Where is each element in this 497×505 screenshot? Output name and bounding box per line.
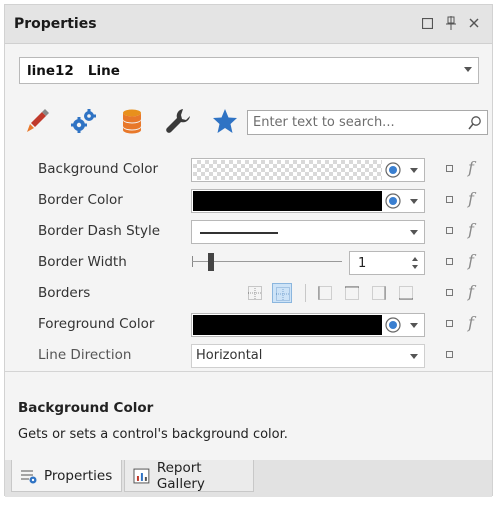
chevron-down-icon[interactable] (410, 199, 418, 204)
chevron-down-icon[interactable] (410, 168, 418, 173)
border-width-value: 1 (358, 256, 367, 271)
solid-line-preview (200, 232, 278, 234)
tab-properties-label: Properties (44, 467, 113, 484)
reset-square-icon[interactable] (446, 351, 453, 358)
property-row-borders[interactable]: Borders f (5, 278, 492, 309)
search-placeholder: Enter text to search... (253, 115, 395, 130)
property-label: Line Direction (38, 347, 132, 363)
property-label: Foreground Color (38, 316, 155, 332)
property-label: Background Color (38, 161, 159, 177)
expression-icon[interactable]: f (468, 220, 474, 239)
search-icon[interactable] (467, 115, 483, 131)
spin-down-icon[interactable] (412, 265, 418, 269)
tab-properties[interactable]: Properties (11, 460, 122, 492)
search-input[interactable]: Enter text to search... (247, 110, 488, 135)
properties-tab-icon (21, 470, 37, 483)
property-label: Borders (38, 285, 91, 301)
spin-up-icon[interactable] (412, 257, 418, 261)
border-color-editor[interactable] (191, 189, 425, 213)
object-selector-dropdown[interactable]: line12 Line (19, 57, 479, 84)
report-gallery-icon (133, 468, 150, 483)
wrench-icon[interactable] (163, 106, 193, 136)
tab-report-gallery[interactable]: Report Gallery (124, 460, 254, 492)
close-icon[interactable] (466, 15, 482, 31)
background-color-editor[interactable] (191, 158, 425, 182)
property-row-line-direction[interactable]: Line Direction Horizontal (5, 340, 492, 371)
star-icon[interactable] (210, 106, 240, 136)
border-none-icon[interactable] (272, 283, 292, 303)
border-bottom-icon[interactable] (396, 283, 416, 303)
color-picker-icon[interactable] (384, 161, 402, 179)
gears-icon[interactable] (69, 106, 99, 136)
line-direction-dropdown[interactable]: Horizontal (191, 344, 425, 368)
property-row-border-color[interactable]: Border Color f (5, 185, 492, 216)
description-text: Gets or sets a control's background colo… (18, 427, 288, 442)
border-width-slider[interactable] (192, 261, 342, 262)
property-row-background-color[interactable]: Background Color f (5, 154, 492, 185)
brush-icon[interactable] (22, 106, 52, 136)
description-title: Background Color (18, 400, 154, 416)
reset-square-icon[interactable] (446, 320, 453, 327)
properties-panel: Properties line12 Line Enter text to sea… (4, 4, 493, 497)
expression-icon[interactable]: f (468, 189, 474, 208)
tab-report-gallery-label: Report Gallery (156, 459, 205, 492)
property-description-panel: Background Color Gets or sets a control'… (5, 371, 492, 461)
panel-body: line12 Line Enter text to search... Back… (5, 44, 492, 461)
reset-square-icon[interactable] (446, 196, 453, 203)
border-top-icon[interactable] (342, 283, 362, 303)
property-label: Border Color (38, 192, 123, 208)
property-label: Border Width (38, 254, 127, 270)
property-label: Border Dash Style (38, 223, 161, 239)
reset-square-icon[interactable] (446, 289, 453, 296)
border-all-icon[interactable] (245, 283, 265, 303)
border-right-icon[interactable] (369, 283, 389, 303)
chevron-down-icon[interactable] (464, 67, 472, 72)
reset-square-icon[interactable] (446, 227, 453, 234)
property-row-foreground-color[interactable]: Foreground Color f (5, 309, 492, 340)
reset-square-icon[interactable] (446, 258, 453, 265)
selected-object-label: line12 Line (27, 63, 120, 79)
chevron-down-icon[interactable] (410, 354, 418, 359)
bottom-tab-bar: Properties Report Gallery (5, 460, 492, 497)
chevron-down-icon[interactable] (410, 230, 418, 235)
color-swatch (193, 315, 382, 335)
property-row-border-dash-style[interactable]: Border Dash Style f (5, 216, 492, 247)
color-swatch (193, 160, 382, 180)
chevron-down-icon[interactable] (410, 323, 418, 328)
divider (305, 284, 306, 302)
foreground-color-editor[interactable] (191, 313, 425, 337)
property-row-border-width[interactable]: Border Width 1 f (5, 247, 492, 278)
reset-square-icon[interactable] (446, 165, 453, 172)
line-direction-value: Horizontal (196, 348, 263, 363)
expression-icon[interactable]: f (468, 158, 474, 177)
dash-style-dropdown[interactable] (191, 220, 425, 244)
border-width-spinner[interactable]: 1 (349, 251, 425, 275)
border-left-icon[interactable] (315, 283, 335, 303)
slider-thumb[interactable] (208, 253, 214, 271)
pin-icon[interactable] (443, 15, 459, 31)
color-swatch (193, 191, 382, 211)
expression-icon[interactable]: f (468, 251, 474, 270)
properties-toolbar: Enter text to search... (5, 100, 492, 144)
maximize-icon[interactable] (419, 15, 435, 31)
expression-icon[interactable]: f (468, 313, 474, 332)
color-picker-icon[interactable] (384, 316, 402, 334)
panel-titlebar: Properties (5, 5, 492, 44)
panel-title: Properties (14, 16, 97, 32)
expression-icon[interactable]: f (468, 282, 474, 301)
database-icon[interactable] (117, 106, 147, 136)
color-picker-icon[interactable] (384, 192, 402, 210)
